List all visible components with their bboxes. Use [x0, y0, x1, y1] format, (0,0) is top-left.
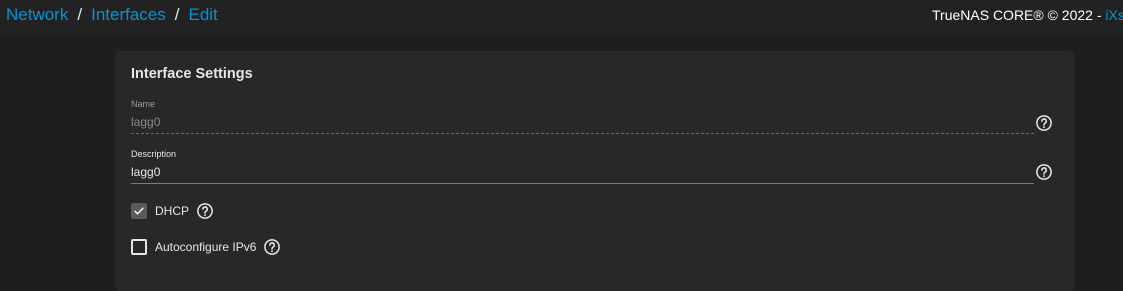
- dhcp-row: DHCP: [131, 202, 214, 220]
- autoconfigure-ipv6-label: Autoconfigure IPv6: [155, 240, 257, 254]
- breadcrumb-separator: /: [77, 5, 83, 24]
- breadcrumb-interfaces-link[interactable]: Interfaces: [91, 5, 166, 24]
- help-circle-icon[interactable]: [263, 238, 281, 256]
- name-field: Name: [131, 99, 1034, 134]
- name-input[interactable]: [131, 113, 1034, 134]
- autoconfigure-ipv6-checkbox[interactable]: [131, 239, 147, 255]
- description-input[interactable]: [131, 163, 1034, 184]
- dhcp-label: DHCP: [155, 204, 190, 218]
- ixsystems-link[interactable]: iXsy: [1105, 7, 1123, 23]
- check-icon: [134, 207, 144, 215]
- breadcrumb-separator: /: [174, 5, 180, 24]
- help-circle-icon[interactable]: [1035, 163, 1053, 181]
- top-bar: Network / Interfaces / Edit TrueNAS CORE® © …: [0, 0, 1123, 34]
- copyright-text: TrueNAS CORE® © 2022 -: [932, 7, 1106, 23]
- copyright-notice: TrueNAS CORE® © 2022 - iXsy: [932, 7, 1123, 23]
- help-circle-icon[interactable]: [196, 202, 214, 220]
- breadcrumb-network-link[interactable]: Network: [6, 5, 68, 24]
- description-field-label: Description: [131, 149, 177, 159]
- breadcrumb: Network / Interfaces / Edit: [6, 5, 218, 25]
- card-title: Interface Settings: [131, 66, 253, 82]
- name-field-label: Name: [131, 99, 156, 109]
- interface-settings-card: Interface Settings Name Description DHCP: [115, 51, 1075, 291]
- help-circle-icon[interactable]: [1035, 114, 1053, 132]
- description-field: Description: [131, 149, 1034, 184]
- dhcp-checkbox[interactable]: [131, 203, 147, 219]
- breadcrumb-edit-link[interactable]: Edit: [188, 5, 217, 24]
- autoconfigure-ipv6-row: Autoconfigure IPv6: [131, 238, 281, 256]
